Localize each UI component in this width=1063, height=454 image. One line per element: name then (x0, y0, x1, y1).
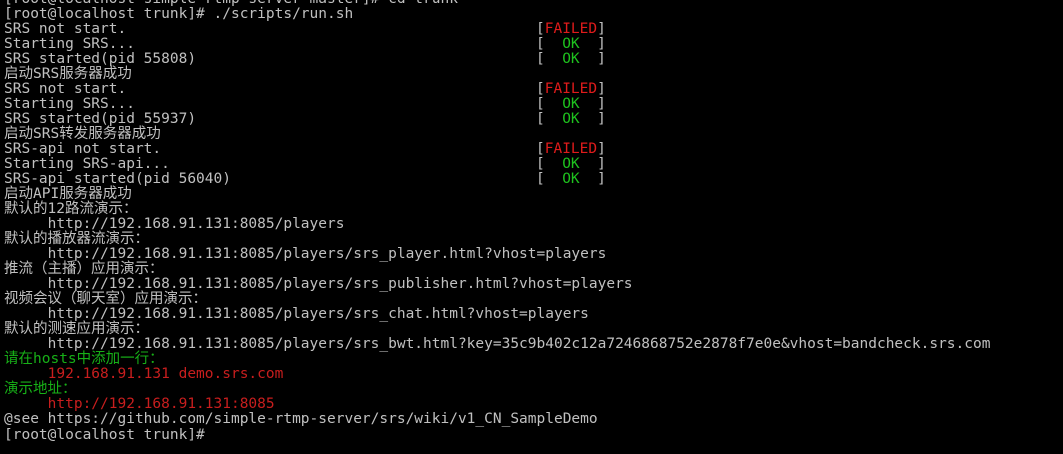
line-text: Starting SRS-api... (4, 156, 170, 172)
line-text: 推流（主播）应用演示： (4, 261, 164, 277)
terminal-output: [root@localhost simple-rtmp-server-maste… (4, 0, 1059, 443)
terminal-line: Starting SRS... [OK] (4, 37, 1059, 52)
status-label: OK (562, 96, 580, 112)
status-label: OK (562, 171, 580, 187)
line-text: SRS-api started(pid 56040) (4, 171, 231, 187)
status-label: OK (562, 111, 580, 127)
terminal-line: http://192.168.91.131:8085/players (4, 217, 1059, 232)
line-text: 演示地址： (4, 381, 77, 397)
line-text: @see https://github.com/simple-rtmp-serv… (4, 411, 598, 427)
terminal-line: 启动SRS服务器成功 (4, 67, 1059, 82)
terminal-line: http://192.168.91.131:8085/players/srs_c… (4, 307, 1059, 322)
terminal-line: 启动API服务器成功 (4, 187, 1059, 202)
line-text: Starting SRS... (4, 96, 135, 112)
terminal-line: 请在hosts中添加一行： (4, 352, 1059, 367)
terminal-line: [root@localhost trunk]# ./scripts/run.sh (4, 7, 1059, 22)
terminal-line: http://192.168.91.131:8085/players/srs_b… (4, 337, 1059, 352)
line-text: SRS not start. (4, 21, 127, 37)
terminal-line: 视频会议（聊天室）应用演示： (4, 292, 1059, 307)
status-label: FAILED (544, 141, 598, 157)
terminal-line: 192.168.91.131 demo.srs.com (4, 367, 1059, 382)
terminal-line: SRS started(pid 55937) [OK] (4, 112, 1059, 127)
status-label: FAILED (544, 81, 598, 97)
line-text: SRS-api not start. (4, 141, 162, 157)
line-text: http://192.168.91.131:8085/players (4, 216, 345, 232)
line-text: Starting SRS... (4, 36, 135, 52)
line-text: 视频会议（聊天室）应用演示： (4, 291, 207, 307)
line-text: 启动SRS服务器成功 (4, 66, 132, 82)
line-text: http://192.168.91.131:8085/players/srs_c… (4, 306, 589, 322)
line-text: 默认的播放器流演示： (4, 231, 149, 247)
status-failed: [FAILED] (536, 81, 606, 97)
status-ok: [OK] (536, 51, 606, 67)
terminal-line: http://192.168.91.131:8085/players/srs_p… (4, 277, 1059, 292)
line-text: SRS not start. (4, 81, 127, 97)
terminal-line: SRS started(pid 55808) [OK] (4, 52, 1059, 67)
line-text: 请在hosts中添加一行： (4, 351, 164, 367)
line-text: http://192.168.91.131:8085/players/srs_b… (4, 336, 991, 352)
status-label: FAILED (544, 21, 598, 37)
status-label: OK (562, 36, 580, 52)
terminal-window[interactable]: [root@localhost simple-rtmp-server-maste… (0, 0, 1063, 454)
terminal-line: 推流（主播）应用演示： (4, 262, 1059, 277)
line-text: http://192.168.91.131:8085/players/srs_p… (4, 276, 633, 292)
terminal-line: http://192.168.91.131:8085/players/srs_p… (4, 247, 1059, 262)
terminal-line: 默认的测速应用演示： (4, 322, 1059, 337)
terminal-line: 默认的播放器流演示： (4, 232, 1059, 247)
terminal-line: 启动SRS转发服务器成功 (4, 127, 1059, 142)
status-ok: [OK] (536, 96, 606, 112)
line-text: 默认的12路流演示： (4, 201, 138, 217)
terminal-line: SRS-api not start. [FAILED] (4, 142, 1059, 157)
line-text: [root@localhost trunk]# (4, 427, 205, 443)
line-text: SRS started(pid 55937) (4, 111, 197, 127)
terminal-line: [root@localhost trunk]# (4, 427, 1059, 443)
terminal-line: SRS not start. [FAILED] (4, 82, 1059, 97)
status-ok: [OK] (536, 171, 606, 187)
status-ok: [OK] (536, 111, 606, 127)
line-text: http://192.168.91.131:8085/players/srs_p… (4, 246, 607, 262)
terminal-line: http://192.168.91.131:8085 (4, 397, 1059, 412)
line-text: 192.168.91.131 demo.srs.com (4, 366, 284, 382)
line-text: 启动SRS转发服务器成功 (4, 126, 161, 142)
terminal-line: @see https://github.com/simple-rtmp-serv… (4, 412, 1059, 427)
terminal-line: SRS-api started(pid 56040) [OK] (4, 172, 1059, 187)
status-ok: [OK] (536, 36, 606, 52)
line-text: 启动API服务器成功 (4, 186, 132, 202)
status-label: OK (562, 156, 580, 172)
status-failed: [FAILED] (536, 141, 606, 157)
status-label: OK (562, 51, 580, 67)
terminal-line: Starting SRS-api... [OK] (4, 157, 1059, 172)
line-text: SRS started(pid 55808) (4, 51, 197, 67)
line-text: 默认的测速应用演示： (4, 321, 149, 337)
terminal-line: 演示地址： (4, 382, 1059, 397)
line-text: http://192.168.91.131:8085 (4, 396, 275, 412)
status-ok: [OK] (536, 156, 606, 172)
terminal-line: 默认的12路流演示： (4, 202, 1059, 217)
cursor (205, 427, 213, 441)
terminal-line: Starting SRS... [OK] (4, 97, 1059, 112)
status-failed: [FAILED] (536, 21, 606, 37)
line-text: [root@localhost trunk]# ./scripts/run.sh (4, 6, 354, 22)
terminal-line: SRS not start. [FAILED] (4, 22, 1059, 37)
